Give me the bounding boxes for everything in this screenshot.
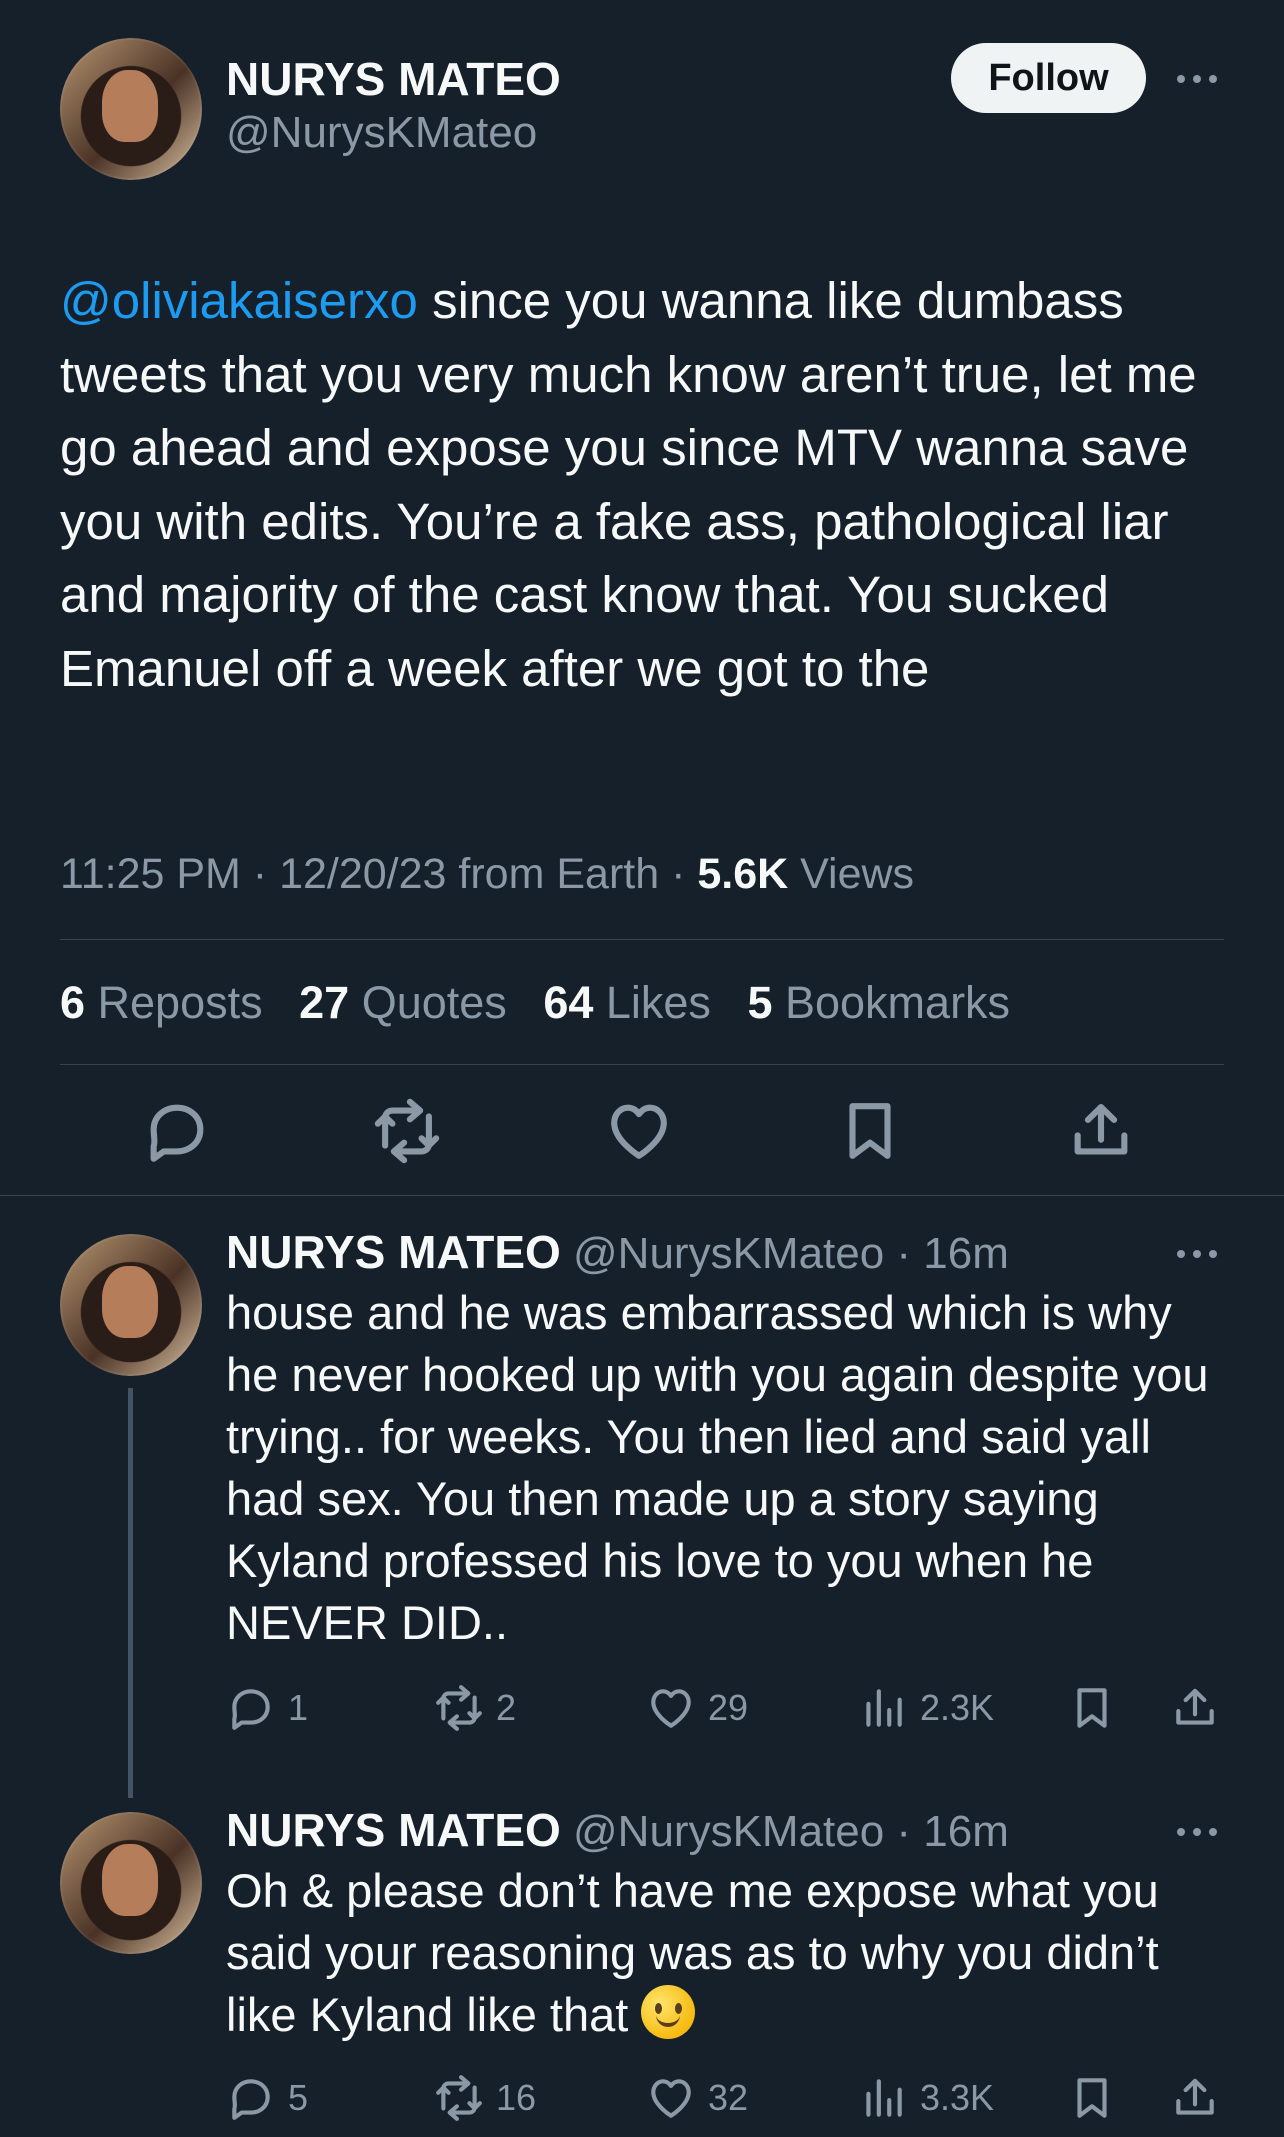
share-button[interactable] bbox=[1066, 1096, 1136, 1166]
quotes-stat[interactable]: 27 Quotes bbox=[299, 977, 507, 1028]
reply-more-options-icon[interactable] bbox=[1173, 1244, 1221, 1264]
reply-like-button[interactable]: 29 bbox=[646, 1682, 748, 1734]
reply-reply-button[interactable]: 1 bbox=[226, 1682, 308, 1734]
stats-divider bbox=[60, 1064, 1224, 1065]
bookmark-icon bbox=[1077, 2078, 1107, 2118]
analytics-icon bbox=[866, 2079, 902, 2117]
thread-connector-line bbox=[128, 1388, 133, 1798]
reply-button[interactable] bbox=[142, 1096, 212, 1166]
reply-avatar[interactable] bbox=[60, 1234, 202, 1376]
tweet-body-text: since you wanna like dumbass tweets that… bbox=[60, 272, 1197, 697]
reply-views-button[interactable]: 3.3K bbox=[858, 2072, 994, 2124]
like-icon bbox=[611, 1104, 667, 1159]
like-icon bbox=[651, 1689, 691, 1728]
author-avatar[interactable] bbox=[60, 38, 202, 180]
reply-icon bbox=[232, 1689, 270, 1730]
repost-count: 16 bbox=[496, 2077, 537, 2118]
reply-header: NURYS MATEO @NurysKMateo · 16m bbox=[226, 1222, 1009, 1284]
view-count: 3.3K bbox=[920, 2077, 995, 2118]
reply-reply-button[interactable]: 5 bbox=[226, 2072, 308, 2124]
views-count[interactable]: 5.6K bbox=[697, 850, 788, 898]
main-action-row bbox=[0, 1096, 1284, 1168]
likes-label: Likes bbox=[593, 977, 711, 1028]
reply-handle-time[interactable]: @NurysKMateo · 16m bbox=[561, 1229, 1009, 1278]
reply-like-button[interactable]: 32 bbox=[646, 2072, 748, 2124]
bookmarks-stat[interactable]: 5 Bookmarks bbox=[747, 977, 1010, 1028]
share-icon bbox=[1074, 1104, 1128, 1155]
view-count: 2.3K bbox=[920, 1687, 995, 1728]
likes-stat[interactable]: 64 Likes bbox=[543, 977, 711, 1028]
repost-button[interactable] bbox=[372, 1096, 442, 1166]
reply-icon bbox=[232, 2079, 270, 2120]
reply-share-button[interactable] bbox=[1170, 1682, 1232, 1734]
tweet-text: @oliviakaiserxo since you wanna like dum… bbox=[60, 264, 1220, 705]
slightly-smiling-face-icon bbox=[641, 1985, 696, 2039]
engagement-stats: 6 Reposts 27 Quotes 64 Likes 5 Bookmarks bbox=[60, 974, 1034, 1032]
bookmark-icon bbox=[1077, 1688, 1107, 1728]
reply-count: 5 bbox=[288, 2077, 309, 2118]
reply-avatar[interactable] bbox=[60, 1812, 202, 1954]
share-icon bbox=[1176, 2078, 1214, 2115]
views-label[interactable]: Views bbox=[788, 850, 914, 898]
reply-more-options-icon[interactable] bbox=[1173, 1822, 1221, 1842]
like-count: 32 bbox=[708, 2077, 749, 2118]
main-author-info: NURYS MATEO @NurysKMateo bbox=[226, 52, 561, 160]
reply-count: 1 bbox=[288, 1687, 309, 1728]
reply-bookmark-button[interactable] bbox=[1067, 1682, 1129, 1734]
bookmarks-label: Bookmarks bbox=[772, 977, 1011, 1028]
reply-share-button[interactable] bbox=[1170, 2072, 1232, 2124]
more-options-icon[interactable] bbox=[1173, 69, 1221, 89]
repost-icon bbox=[374, 1098, 440, 1164]
quotes-count: 27 bbox=[299, 977, 350, 1028]
reply-handle-time[interactable]: @NurysKMateo · 16m bbox=[561, 1807, 1009, 1856]
likes-count: 64 bbox=[543, 977, 594, 1028]
reply-header: NURYS MATEO @NurysKMateo · 16m bbox=[226, 1800, 1009, 1862]
reply-display-name[interactable]: NURYS MATEO bbox=[226, 1226, 561, 1278]
meta-divider bbox=[60, 939, 1224, 940]
share-icon bbox=[1176, 1688, 1214, 1725]
quotes-label: Quotes bbox=[349, 977, 507, 1028]
analytics-icon bbox=[866, 1689, 902, 1727]
reply-text: Oh & please don’t have me expose what yo… bbox=[226, 1860, 1226, 2046]
like-count: 29 bbox=[708, 1687, 749, 1728]
reposts-label: Reposts bbox=[85, 977, 263, 1028]
bookmark-icon bbox=[849, 1103, 891, 1159]
timestamp-source[interactable]: 11:25 PM · 12/20/23 from Earth · bbox=[60, 850, 697, 898]
repost-icon bbox=[436, 2075, 482, 2121]
repost-count: 2 bbox=[496, 1687, 517, 1728]
tweet-meta: 11:25 PM · 12/20/23 from Earth · 5.6K Vi… bbox=[60, 846, 914, 902]
mention-link[interactable]: @oliviakaiserxo bbox=[60, 272, 418, 329]
reply-views-button[interactable]: 2.3K bbox=[858, 1682, 994, 1734]
reply-text: house and he was embarrassed which is wh… bbox=[226, 1286, 1209, 1649]
reply-repost-button[interactable]: 2 bbox=[434, 1682, 516, 1734]
repost-icon bbox=[436, 1685, 482, 1731]
bookmark-button[interactable] bbox=[835, 1096, 905, 1166]
thread-divider bbox=[0, 1195, 1284, 1196]
reply-bookmark-button[interactable] bbox=[1067, 2072, 1129, 2124]
like-icon bbox=[651, 2079, 691, 2118]
reposts-stat[interactable]: 6 Reposts bbox=[60, 977, 263, 1028]
reply-icon bbox=[150, 1104, 204, 1162]
reposts-count: 6 bbox=[60, 977, 86, 1028]
reply-display-name[interactable]: NURYS MATEO bbox=[226, 1804, 561, 1856]
bookmarks-count: 5 bbox=[747, 977, 773, 1028]
author-handle[interactable]: @NurysKMateo bbox=[226, 106, 561, 160]
follow-button[interactable]: Follow bbox=[951, 43, 1146, 113]
author-display-name[interactable]: NURYS MATEO bbox=[226, 52, 561, 106]
reply-repost-button[interactable]: 16 bbox=[434, 2072, 536, 2124]
like-button[interactable] bbox=[604, 1096, 674, 1166]
